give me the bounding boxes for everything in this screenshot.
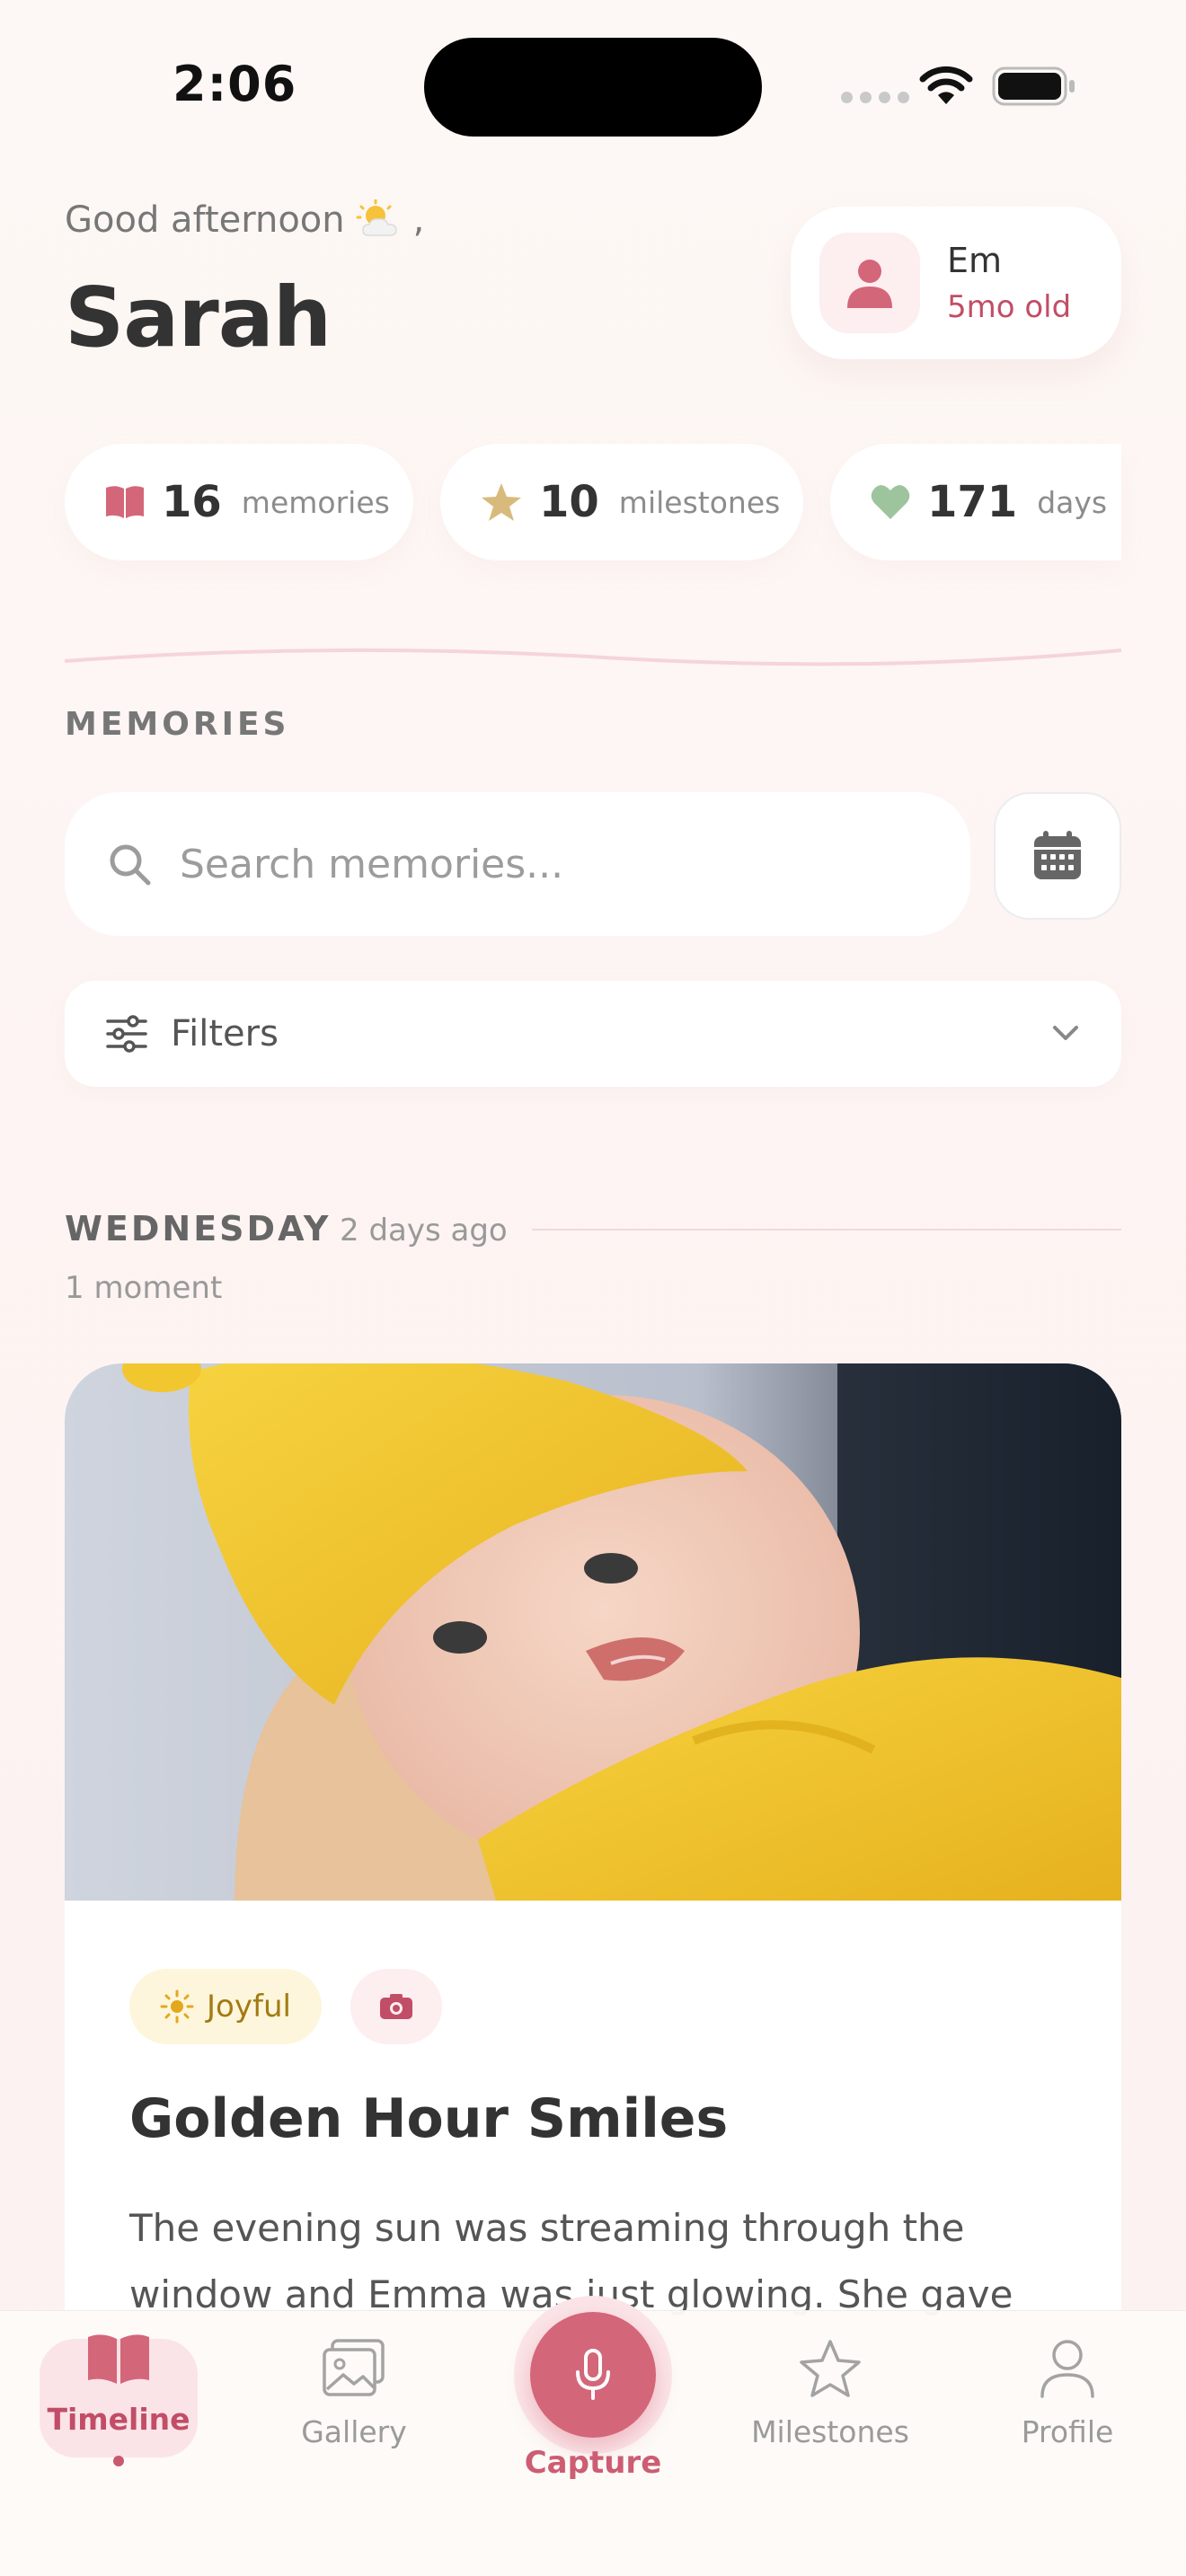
search-input[interactable]: Search memories...	[65, 792, 970, 936]
greeting-suffix: ,	[412, 199, 425, 241]
filters-toggle[interactable]: Filters	[65, 981, 1121, 1087]
day-group-relative: 2 days ago	[340, 1213, 508, 1248]
tab-milestones-label: Milestones	[751, 2414, 909, 2449]
book-icon	[88, 2334, 149, 2384]
user-name: Sarah	[65, 269, 332, 366]
battery-icon	[992, 66, 1075, 106]
baby-age: 5mo old	[947, 289, 1072, 325]
greeting: Good afternoon ,	[65, 199, 424, 241]
divider	[532, 1229, 1121, 1231]
stat-memories-label: memories	[241, 484, 390, 520]
stat-milestones[interactable]: 10 milestones	[440, 444, 803, 560]
greeting-text: Good afternoon	[65, 199, 345, 241]
search-icon	[110, 844, 151, 886]
person-icon	[1040, 2340, 1094, 2398]
memory-photo	[65, 1363, 1121, 1901]
baby-profile-card[interactable]: Em 5mo old	[791, 207, 1121, 359]
tab-capture-label: Capture	[524, 2445, 662, 2481]
active-indicator-dot	[113, 2456, 124, 2466]
calendar-button[interactable]	[994, 792, 1121, 920]
person-icon	[847, 260, 892, 308]
capture-button[interactable]	[530, 2312, 656, 2438]
stat-days[interactable]: 171 days	[830, 444, 1121, 560]
tab-timeline[interactable]: Timeline	[40, 2332, 198, 2437]
book-icon	[106, 486, 144, 518]
search-placeholder: Search memories...	[180, 841, 564, 887]
star-icon	[482, 483, 521, 521]
sun-cloud-icon	[356, 199, 397, 236]
wifi-icon	[919, 66, 973, 104]
chevron-down-icon	[1053, 1026, 1078, 1040]
camera-icon	[380, 1994, 412, 2019]
wave-divider	[65, 648, 1121, 666]
sliders-icon	[106, 1015, 147, 1053]
tab-timeline-label: Timeline	[47, 2402, 190, 2437]
media-type-tag	[350, 1969, 442, 2044]
day-group-title: WEDNESDAY	[65, 1209, 332, 1248]
tab-gallery-label: Gallery	[301, 2414, 407, 2449]
microphone-icon	[576, 2349, 610, 2400]
mood-tag: Joyful	[129, 1969, 322, 2044]
tab-profile-label: Profile	[1021, 2414, 1114, 2449]
day-group-count: 1 moment	[65, 1270, 223, 1306]
heart-icon	[871, 485, 910, 519]
tab-profile[interactable]: Profile	[988, 2339, 1146, 2449]
mood-label: Joyful	[207, 1989, 291, 2025]
image-icon	[323, 2339, 385, 2396]
stat-days-label: days	[1037, 484, 1108, 520]
status-time: 2:06	[173, 56, 297, 112]
calendar-icon	[1034, 831, 1081, 879]
dynamic-island	[424, 38, 762, 137]
filters-label: Filters	[171, 1013, 279, 1054]
memory-title: Golden Hour Smiles	[129, 2087, 729, 2150]
memories-section-label: MEMORIES	[65, 706, 290, 743]
sun-icon	[160, 1989, 194, 2024]
stat-days-value: 171	[927, 477, 1018, 527]
stat-memories-value: 16	[162, 477, 222, 527]
baby-name: Em	[947, 241, 1003, 280]
baby-avatar	[819, 233, 920, 333]
cellular-signal-icon	[841, 92, 909, 103]
stat-memories[interactable]: 16 memories	[65, 444, 413, 560]
tab-milestones[interactable]: Milestones	[751, 2339, 909, 2449]
tab-gallery[interactable]: Gallery	[275, 2339, 433, 2449]
star-icon	[800, 2340, 861, 2397]
stat-milestones-value: 10	[539, 477, 599, 527]
stat-milestones-label: milestones	[618, 484, 781, 520]
